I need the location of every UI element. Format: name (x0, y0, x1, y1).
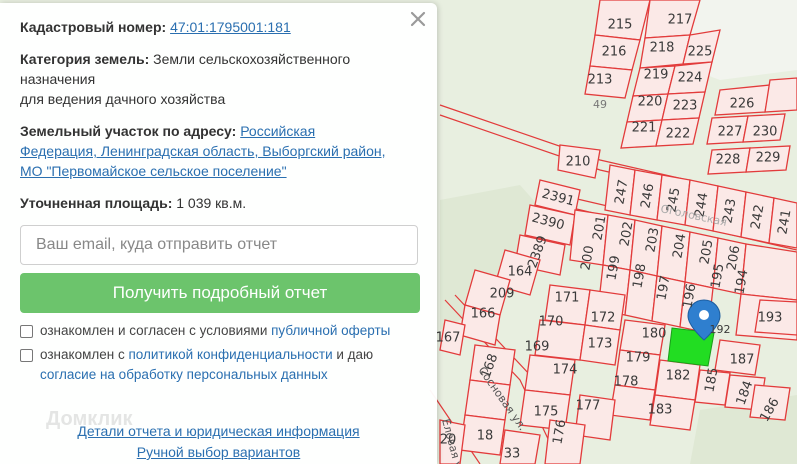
consent-privacy-text-a: ознакомлен с (40, 347, 129, 362)
plot-info-panel: Кадастровый номер: 47:01:1795001:181 Кат… (0, 3, 437, 464)
svg-text:178: 178 (614, 375, 639, 390)
svg-text:213: 213 (588, 73, 613, 88)
address-label: Земельный участок по адресу: (20, 123, 237, 139)
svg-text:49: 49 (593, 98, 607, 111)
svg-text:222: 222 (666, 127, 691, 142)
consent-offer-checkbox[interactable] (20, 325, 33, 338)
svg-text:166: 166 (471, 307, 496, 322)
svg-text:224: 224 (678, 71, 703, 86)
svg-text:209: 209 (490, 287, 515, 302)
svg-text:164: 164 (508, 265, 533, 280)
cadastral-number-label: Кадастровый номер: (20, 19, 167, 35)
svg-text:175: 175 (534, 405, 559, 420)
land-category-label: Категория земель: (20, 51, 150, 67)
personal-data-consent-link[interactable]: согласие на обработку персональных данны… (40, 367, 328, 382)
svg-text:179: 179 (626, 351, 651, 366)
svg-text:169: 169 (525, 340, 550, 355)
get-report-button[interactable]: Получить подробный отчет (20, 273, 420, 313)
close-icon[interactable] (409, 10, 427, 28)
svg-text:187: 187 (730, 353, 755, 368)
area-row: Уточненная площадь: 1 039 кв.м. (20, 193, 419, 213)
land-category-value-1: Земли сельскохозяйственного (153, 51, 351, 67)
address-link-2[interactable]: Федерация, Ленинградская область, Выборг… (20, 143, 386, 159)
public-offer-link[interactable]: публичной оферты (271, 323, 390, 338)
svg-text:223: 223 (673, 99, 698, 114)
svg-text:33: 33 (504, 447, 521, 462)
svg-text:217: 217 (668, 13, 693, 28)
svg-text:174: 174 (553, 363, 578, 378)
area-label: Уточненная площадь: (20, 195, 173, 211)
svg-text:177: 177 (576, 399, 601, 414)
svg-text:173: 173 (588, 337, 613, 352)
svg-text:180: 180 (642, 327, 667, 342)
svg-text:171: 171 (555, 291, 580, 306)
footer-links: Детали отчета и юридическая информация Р… (0, 421, 437, 463)
svg-text:216: 216 (602, 45, 627, 60)
consent-offer-row: ознакомлен и согласен с условиями публич… (20, 321, 419, 341)
svg-text:183: 183 (648, 403, 673, 418)
svg-text:230: 230 (753, 125, 778, 140)
privacy-policy-link[interactable]: политикой конфиденциальности (128, 347, 332, 362)
svg-text:215: 215 (608, 18, 633, 33)
address-link-3[interactable]: МО "Первомайское сельское поселение" (20, 163, 287, 179)
land-category-row: Категория земель: Земли сельскохозяйстве… (20, 49, 419, 109)
manual-selection-link[interactable]: Ручной выбор вариантов (0, 442, 437, 463)
land-category-value-2: назначения (20, 71, 96, 87)
svg-text:210: 210 (566, 155, 591, 170)
svg-text:229: 229 (756, 151, 781, 166)
cadastral-number-row: Кадастровый номер: 47:01:1795001:181 (20, 17, 419, 37)
address-row: Земельный участок по адресу: Российская … (20, 121, 419, 181)
svg-text:227: 227 (718, 125, 743, 140)
cadastral-number-link[interactable]: 47:01:1795001:181 (170, 19, 291, 35)
svg-text:220: 220 (638, 95, 663, 110)
svg-text:226: 226 (730, 97, 755, 112)
svg-text:225: 225 (688, 45, 713, 60)
svg-text:221: 221 (632, 121, 657, 136)
email-input[interactable] (20, 225, 418, 265)
svg-text:218: 218 (650, 41, 675, 56)
svg-text:219: 219 (644, 68, 669, 83)
area-value: 1 039 кв.м. (176, 195, 247, 211)
svg-text:167: 167 (436, 331, 461, 346)
consent-offer-text: ознакомлен и согласен с условиями (40, 323, 272, 338)
consent-privacy-checkbox[interactable] (20, 349, 33, 362)
report-details-link[interactable]: Детали отчета и юридическая информация (0, 421, 437, 442)
svg-text:192: 192 (710, 323, 731, 336)
svg-text:18: 18 (477, 429, 494, 444)
land-category-value-3: для ведения дачного хозяйства (20, 91, 226, 107)
consent-privacy-text-b: и даю (332, 347, 374, 362)
svg-text:172: 172 (591, 311, 616, 326)
svg-text:193: 193 (758, 311, 783, 326)
svg-text:182: 182 (666, 369, 691, 384)
svg-text:170: 170 (539, 315, 564, 330)
consent-privacy-row: ознакомлен с политикой конфиденциальност… (20, 345, 419, 385)
address-link-1[interactable]: Российская (240, 123, 315, 139)
svg-text:228: 228 (716, 153, 741, 168)
